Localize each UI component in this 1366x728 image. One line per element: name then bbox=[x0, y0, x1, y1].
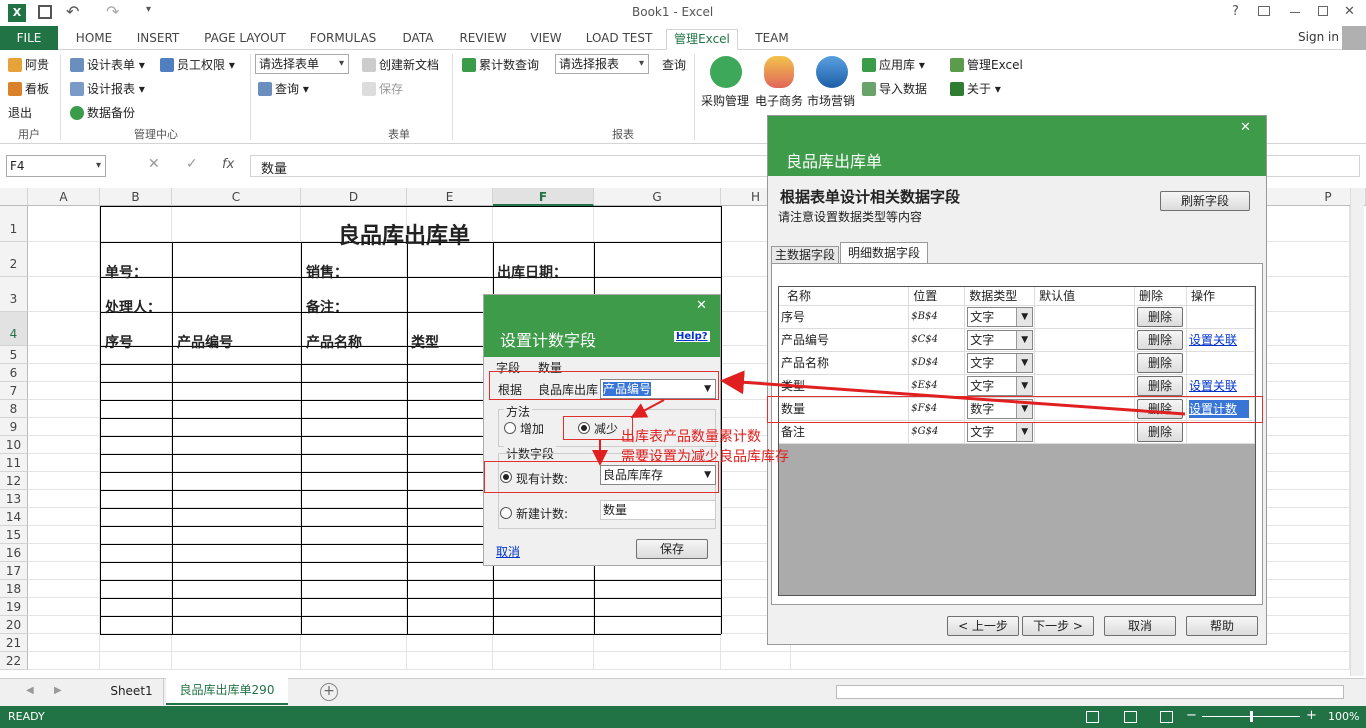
annotation-arrow bbox=[630, 399, 665, 418]
annotation-arrows bbox=[592, 370, 1186, 466]
annotation-arrow bbox=[720, 370, 1186, 416]
